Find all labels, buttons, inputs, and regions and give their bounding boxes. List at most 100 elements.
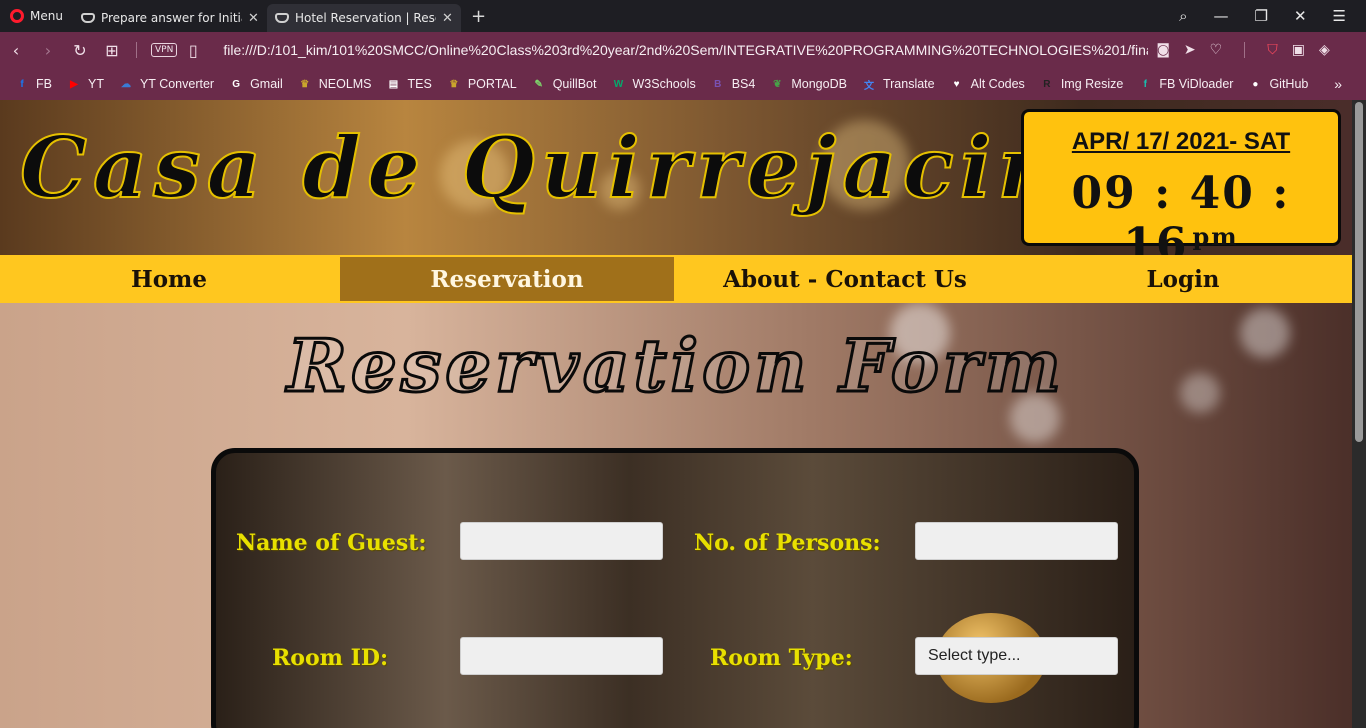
bookmark-img-resize[interactable]: R Img Resize [1039,76,1124,92]
document-icon: ▤ [388,78,399,90]
room-type-label: Room Type: [710,645,853,671]
bookmark-label: FB ViDloader [1159,77,1234,91]
bookmark-tes[interactable]: ▤ TES [386,76,432,92]
youtube-icon: ▶ [70,78,78,90]
bookmark-fb[interactable]: f FB [14,76,52,92]
crest-icon: ♛ [300,78,310,90]
download-cloud-icon: ☁ [120,78,131,90]
new-tab-button[interactable]: + [461,6,496,27]
bookmark-label: GitHub [1269,77,1309,91]
bookmark-label: Img Resize [1060,77,1124,91]
adblock-shield-icon[interactable]: ⛉ [1267,42,1278,58]
forward-icon[interactable]: › [32,41,64,60]
opera-menu-label: Menu [30,9,63,23]
guest-name-label: Name of Guest: [236,530,427,556]
site-banner: Casa de Quirrejacino APR/ 17/ 2021- SAT … [0,100,1352,255]
url-field[interactable]: file:///D:/101_kim/101%20SMCC/Online%20C… [223,42,1148,58]
address-bar: ‹ › ↻ ⊞ VPN ▯ file:///D:/101_kim/101%20S… [0,32,1366,68]
scrollbar-thumb[interactable] [1355,102,1363,442]
google-icon: G [232,78,240,90]
bootstrap-icon: B [714,78,722,90]
easy-setup-icon[interactable]: ☰ [1333,7,1346,25]
room-id-input[interactable] [460,637,663,675]
quill-icon: ✎ [534,78,543,90]
clock-time: 09 : 40 : 16 pm [1024,168,1338,255]
persons-input[interactable] [915,522,1118,560]
bookmark-yt[interactable]: ▶ YT [66,76,104,92]
heart-icon: ♥ [953,78,960,90]
room-type-select[interactable]: Select type... [915,637,1118,675]
r-icon: R [1043,78,1051,90]
bookmark-mongodb[interactable]: ❦ MongoDB [769,76,847,92]
back-icon[interactable]: ‹ [0,41,32,60]
nav-reservation[interactable]: Reservation [338,255,676,303]
address-bar-actions: ◙ ➤ ♡ ⛉ ▣ ◈ [1156,42,1330,58]
bookmark-label: Gmail [250,77,283,91]
opera-menu-button[interactable]: Menu [0,0,73,32]
site-title: Casa de Quirrejacino [19,117,1127,218]
guest-name-input[interactable] [460,522,663,560]
bookmark-label: Translate [882,77,935,91]
send-icon[interactable]: ➤ [1184,42,1196,58]
bookmarks-more-button[interactable]: » [1334,76,1342,92]
nav-login[interactable]: Login [1014,255,1352,303]
bookmark-label: NEOLMS [318,77,372,91]
window-controls: ⌕ — ❐ ✕ ☰ [1179,7,1366,25]
clock-ampm: pm [1192,222,1239,251]
nav-about-contact[interactable]: About - Contact Us [676,255,1014,303]
leaf-icon: ❦ [773,78,782,90]
bookmark-label: YT [87,77,104,91]
bookmark-w3schools[interactable]: W W3Schools [610,76,696,92]
reload-icon[interactable]: ↻ [64,41,96,60]
bookmark-quillbot[interactable]: ✎ QuillBot [531,76,597,92]
search-tabs-icon[interactable]: ⌕ [1179,7,1187,25]
extension-icon[interactable]: ▣ [1292,42,1305,58]
facebook-icon: f [1143,78,1148,90]
bookmark-label: QuillBot [552,77,597,91]
snapshot-icon[interactable]: ◙ [1156,42,1170,58]
nav-home[interactable]: Home [0,255,338,303]
page-viewport: Casa de Quirrejacino APR/ 17/ 2021- SAT … [0,100,1352,728]
private-mode-icon [274,13,289,23]
bookmark-github[interactable]: ● GitHub [1247,76,1308,92]
github-icon: ● [1252,78,1259,90]
bookmark-label: BS4 [731,77,756,91]
bookmark-bs4[interactable]: B BS4 [710,76,756,92]
cube-icon[interactable]: ◈ [1319,42,1330,58]
speed-dial-icon[interactable]: ⊞ [96,41,128,60]
bookmark-neolms[interactable]: ♛ NEOLMS [297,76,372,92]
bookmark-label: YT Converter [139,77,215,91]
bookmark-gmail[interactable]: G Gmail [228,76,283,92]
reservation-section: Reservation Form Name of Guest: No. of P… [0,303,1352,728]
bookmarks-bar: f FB ▶ YT ☁ YT Converter G Gmail ♛ NEOLMS ▤ TES ♛ POR… [0,68,1366,100]
reservation-form: Name of Guest: No. of Persons: Room ID: … [211,448,1139,728]
bookmark-heart-icon[interactable]: ♡ [1210,42,1223,58]
bookmark-alt-codes[interactable]: ♥ Alt Codes [949,76,1025,92]
form-heading: Reservation Form [286,322,1065,410]
bookmark-label: PORTAL [467,77,517,91]
bookmark-fb-vidloader[interactable]: f FB ViDloader [1137,76,1234,92]
file-icon: ▯ [188,40,198,60]
bookmark-translate[interactable]: 文 Translate [861,76,935,92]
minimize-icon[interactable]: — [1214,7,1229,25]
crest-icon: ♛ [449,78,459,90]
restore-icon[interactable]: ❐ [1255,7,1268,25]
vpn-badge[interactable]: VPN [151,43,178,57]
page-scrollbar[interactable] [1352,100,1366,728]
tab-hotel-reservation[interactable]: Hotel Reservation | Reserva ✕ [266,4,461,32]
bookmark-yt-converter[interactable]: ☁ YT Converter [118,76,214,92]
translate-icon: 文 [863,80,874,92]
close-tab-icon[interactable]: ✕ [442,11,453,26]
close-tab-icon[interactable]: ✕ [248,11,259,26]
bookmark-label: MongoDB [791,77,847,91]
clock-panel: APR/ 17/ 2021- SAT 09 : 40 : 16 pm [1021,109,1341,255]
facebook-icon: f [20,78,24,90]
tab-prepare-answer[interactable]: Prepare answer for Initial O ✕ [73,4,267,32]
bookmark-portal[interactable]: ♛ PORTAL [446,76,517,92]
tab-title: Prepare answer for Initial O [100,11,242,25]
close-window-icon[interactable]: ✕ [1294,7,1307,25]
divider [1244,42,1246,58]
bookmark-label: Alt Codes [970,77,1025,91]
opera-logo-icon [10,9,24,23]
clock-date: APR/ 17/ 2021- SAT [1071,128,1291,155]
